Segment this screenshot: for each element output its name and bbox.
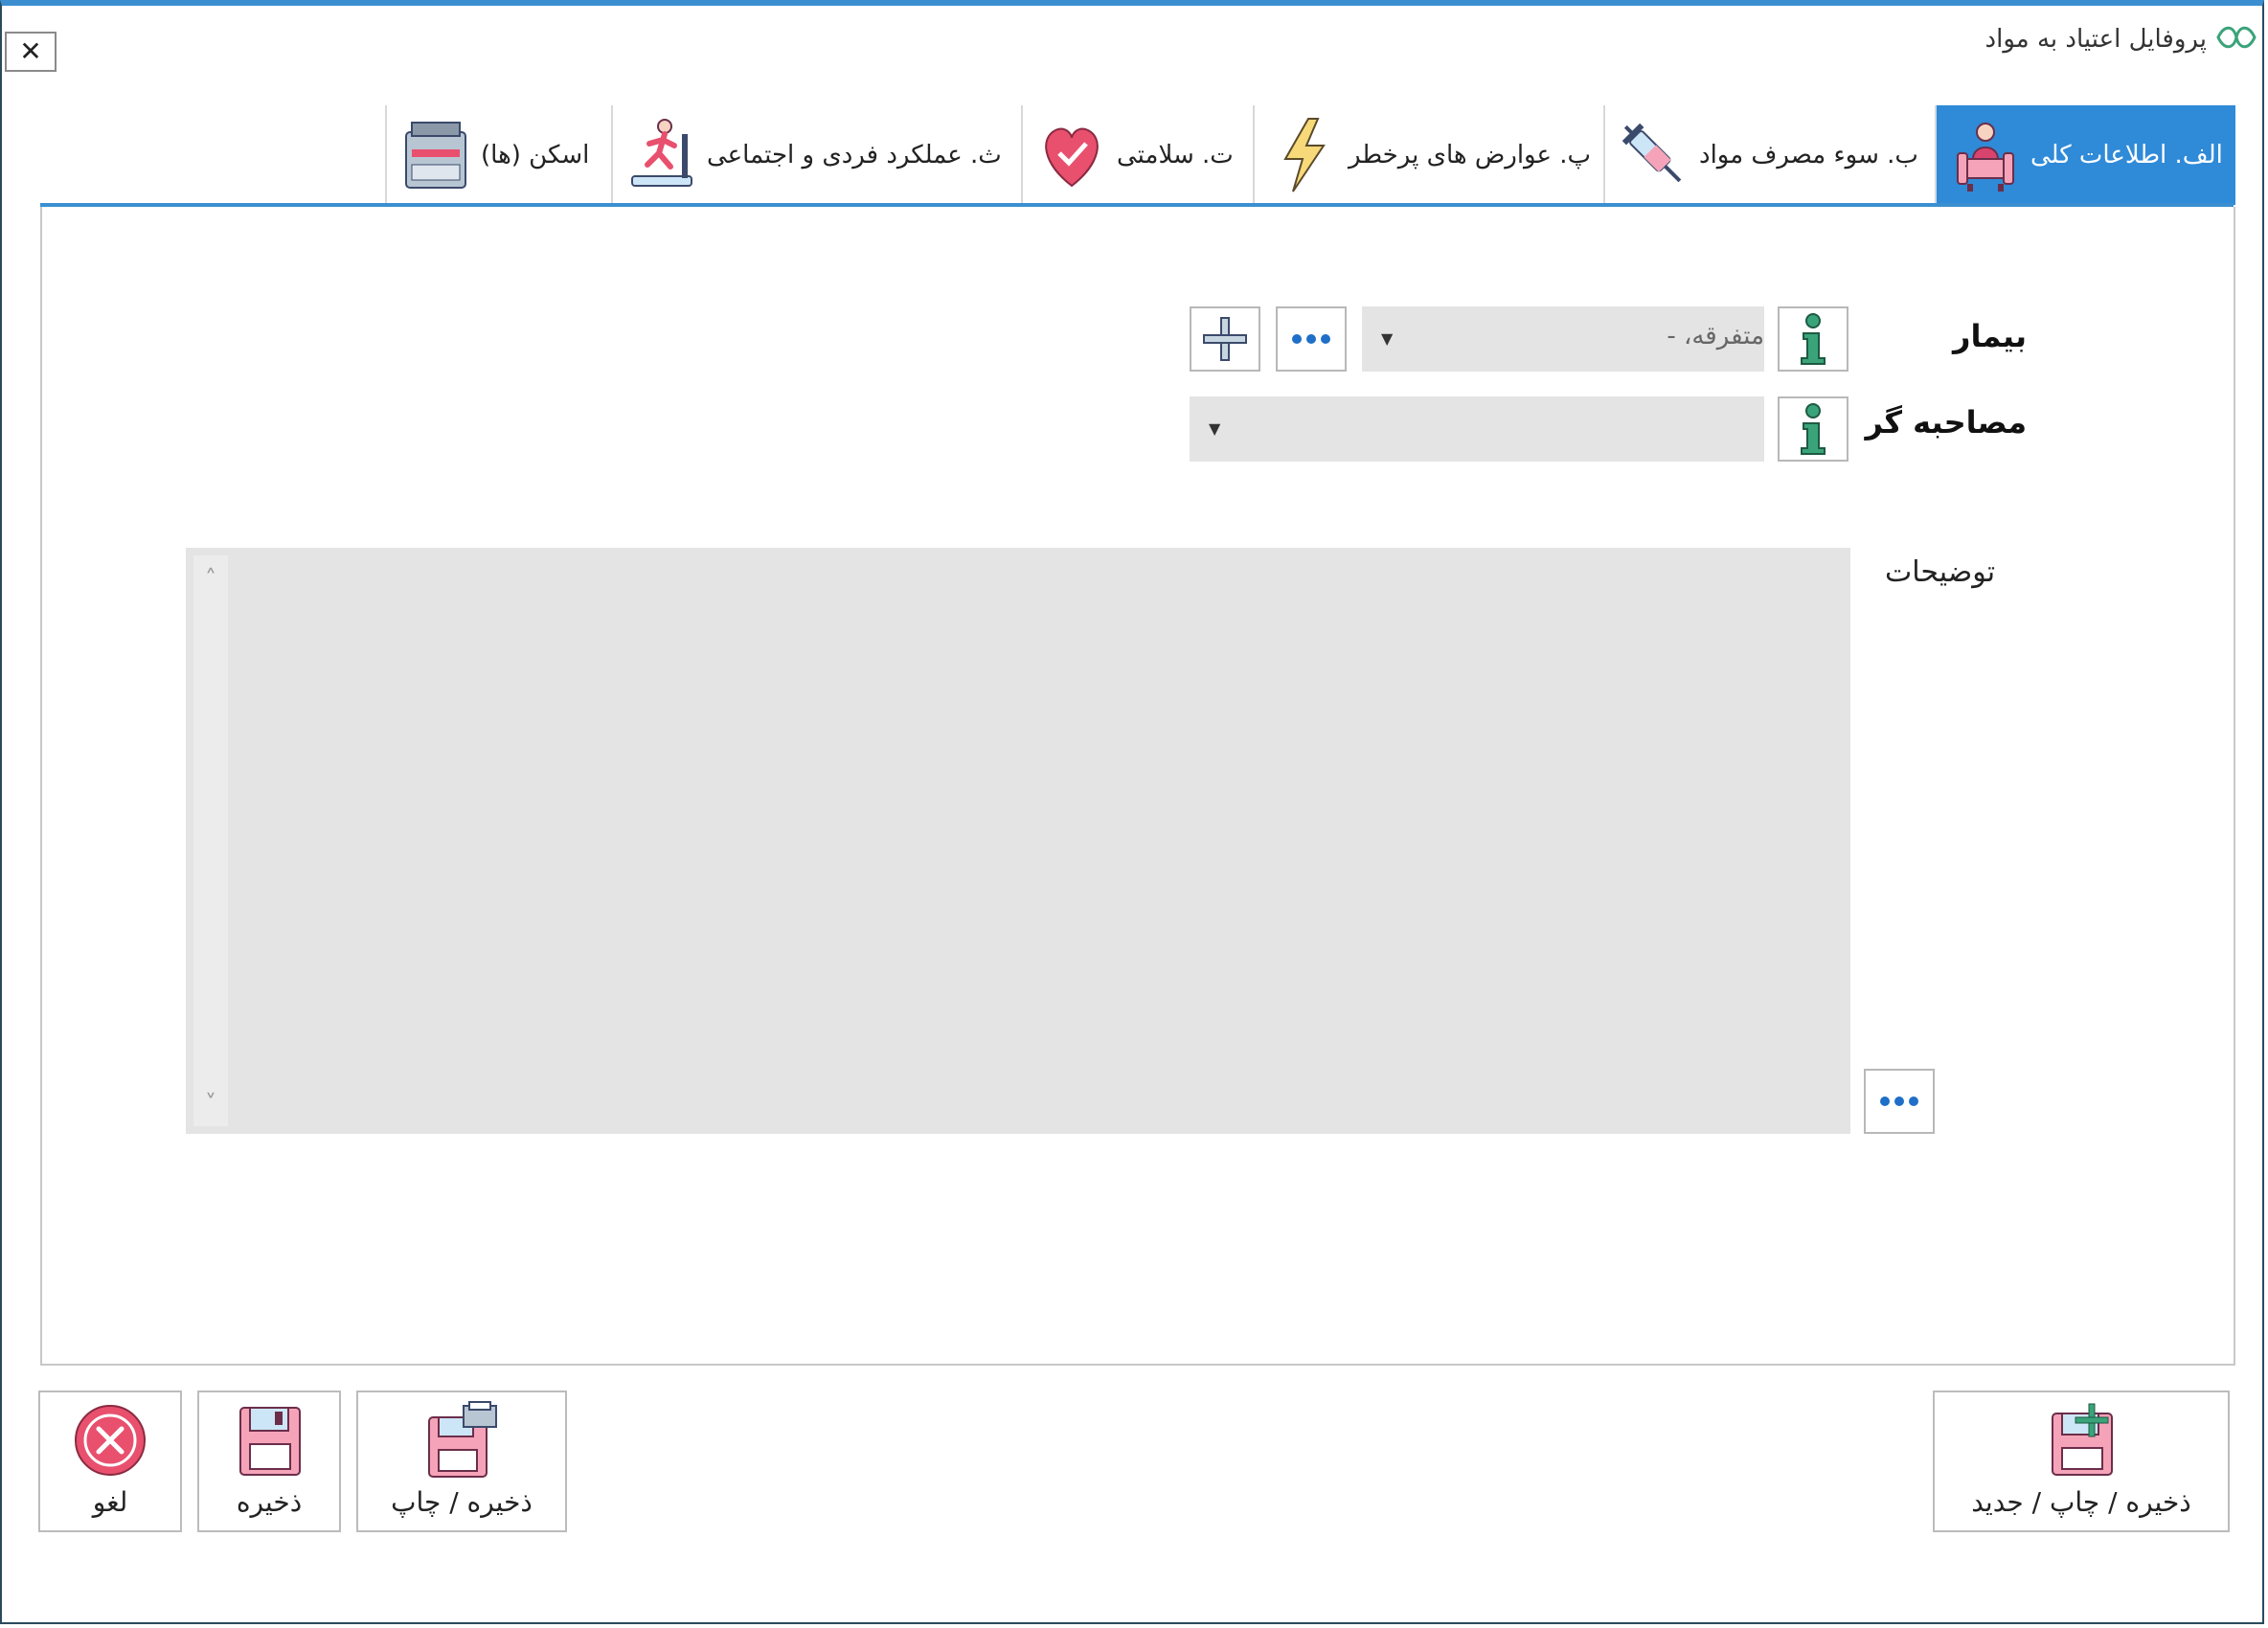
tab-scans-label: اسکن (ها) [481, 141, 590, 170]
info-icon [1801, 313, 1826, 365]
dialog-window: پروفایل اعتیاد به مواد ✕ الف. اطلاعات کل… [0, 0, 2264, 1624]
notes-textarea[interactable]: ˄ ˅ [186, 548, 1850, 1134]
cancel-button[interactable]: لغو [38, 1391, 182, 1532]
save-button[interactable]: ذخیره [197, 1391, 341, 1532]
patient-more-button[interactable] [1276, 306, 1347, 372]
tab-health[interactable]: ت. سلامتی [1021, 105, 1253, 205]
interviewer-info-button[interactable] [1778, 396, 1848, 462]
plus-icon [1203, 317, 1247, 361]
patient-label: بیمار [1953, 318, 2027, 354]
chevron-down-icon: ▼ [1381, 329, 1394, 348]
interviewer-combo[interactable]: ▼ [1190, 396, 1764, 462]
tab-substance-abuse[interactable]: ب. سوء مصرف مواد [1603, 105, 1935, 205]
tab-high-risk-effects[interactable]: پ. عوارض های پرخطر [1253, 105, 1603, 205]
chevron-down-icon: ▼ [1209, 419, 1221, 438]
ellipsis-icon [1880, 1097, 1918, 1106]
add-patient-button[interactable] [1190, 306, 1260, 372]
save-print-new-icon [2052, 1403, 2113, 1476]
tab-scans[interactable]: اسکن (ها) [385, 105, 611, 205]
chevron-down-icon[interactable]: ˅ [193, 1086, 228, 1120]
notes-label: توضیحات [1885, 555, 1996, 589]
interviewer-label: مصاحبه گر [1865, 404, 2027, 441]
patient-combo[interactable]: متفرقه، - ▼ [1362, 306, 1764, 372]
tab-high-risk-effects-label: پ. عوارض های پرخطر [1349, 141, 1592, 170]
treadmill-icon [631, 119, 692, 187]
tab-general-info-label: الف. اطلاعات کلی [2030, 141, 2223, 170]
tab-health-label: ت. سلامتی [1117, 141, 1234, 170]
tab-social-function[interactable]: ث. عملکرد فردی و اجتماعی [611, 105, 1021, 205]
lightning-icon [1283, 118, 1326, 192]
tab-general-info[interactable]: الف. اطلاعات کلی [1935, 105, 2235, 205]
cancel-x-icon [75, 1405, 146, 1476]
syringe-icon [1622, 123, 1682, 183]
patient-combo-value: متفرقه، - [1667, 322, 1764, 350]
save-label: ذخیره [236, 1486, 303, 1518]
tab-substance-abuse-label: ب. سوء مصرف مواد [1699, 141, 1918, 170]
save-print-label: ذخیره / چاپ [391, 1486, 533, 1518]
save-print-new-label: ذخیره / چاپ / جدید [1971, 1486, 2191, 1518]
cancel-label: لغو [92, 1486, 128, 1518]
ellipsis-icon [1292, 334, 1330, 344]
window-title: پروفایل اعتیاد به مواد [1984, 25, 2207, 54]
save-print-icon [428, 1401, 497, 1478]
notes-more-button[interactable] [1864, 1069, 1935, 1134]
title-bar: پروفایل اعتیاد به مواد ✕ [2, 6, 2262, 73]
floppy-disk-icon [239, 1407, 301, 1476]
save-print-new-button[interactable]: ذخیره / چاپ / جدید [1933, 1391, 2230, 1532]
info-icon [1801, 403, 1826, 455]
chevron-up-icon[interactable]: ˄ [193, 561, 228, 596]
save-print-button[interactable]: ذخیره / چاپ [356, 1391, 567, 1532]
tab-social-function-label: ث. عملکرد فردی و اجتماعی [707, 141, 1002, 170]
notes-scrollbar[interactable]: ˄ ˅ [193, 555, 228, 1126]
scanner-icon [405, 122, 466, 189]
patient-info-button[interactable] [1778, 306, 1848, 372]
app-logo-icon [2216, 26, 2257, 49]
person-chair-icon [1957, 123, 2014, 192]
heart-check-icon [1045, 127, 1099, 188]
tab-strip: الف. اطلاعات کلی ب. سوء مصرف مواد پ. عوا… [377, 105, 2235, 205]
close-button[interactable]: ✕ [5, 32, 57, 72]
